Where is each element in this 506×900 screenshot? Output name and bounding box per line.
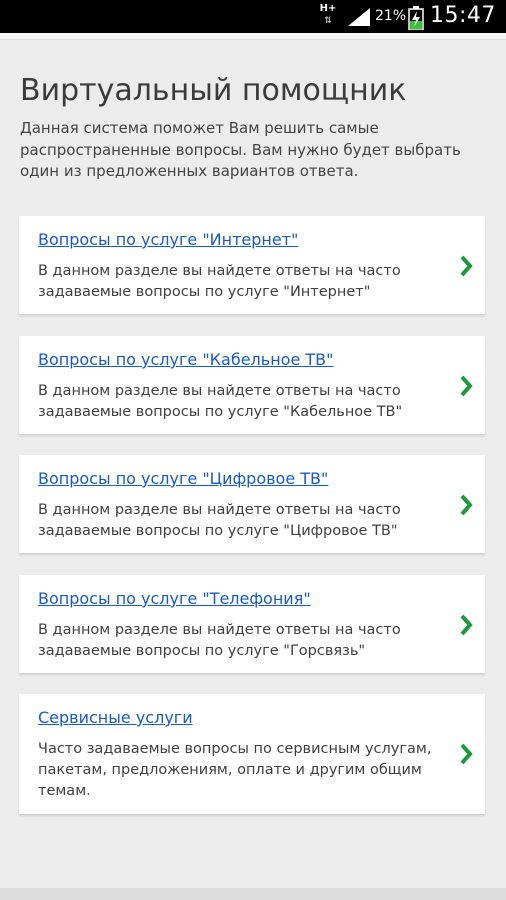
battery-charging-icon (408, 6, 424, 30)
network-type: H+ (319, 3, 337, 14)
faq-card-cable-tv[interactable]: Вопросы по услуге "Кабельное ТВ" В данно… (19, 336, 485, 434)
faq-description: В данном разделе вы найдете ответы на ча… (38, 263, 401, 300)
faq-link[interactable]: Вопросы по услуге "Цифровое ТВ" (38, 469, 328, 488)
chevron-right-icon[interactable] (459, 742, 473, 766)
chevron-right-icon[interactable] (459, 613, 473, 637)
faq-card-services[interactable]: Сервисные услуги Часто задаваемые вопрос… (19, 694, 485, 814)
action-bar-edge (0, 33, 506, 40)
faq-description: В данном разделе вы найдете ответы на ча… (38, 502, 401, 539)
faq-description: В данном разделе вы найдете ответы на ча… (38, 383, 403, 420)
bottom-edge (0, 888, 506, 900)
page-title: Виртуальный помощник (20, 73, 407, 108)
page-description: Данная система поможет Вам решить самые … (20, 119, 461, 180)
faq-link[interactable]: Вопросы по услуге "Кабельное ТВ" (38, 350, 334, 369)
network-arrows-icon: ⇅ (324, 16, 332, 26)
battery-percent: 21% (375, 8, 407, 24)
faq-link[interactable]: Сервисные услуги (38, 708, 193, 727)
network-indicator: H+ ⇅ (318, 3, 338, 27)
faq-card-telephony[interactable]: Вопросы по услуге "Телефония" В данном р… (19, 575, 485, 673)
status-bar: H+ ⇅ 21% 15:47 (0, 0, 506, 33)
chevron-right-icon[interactable] (459, 374, 473, 398)
signal-icon (348, 8, 370, 26)
faq-link[interactable]: Вопросы по услуге "Телефония" (38, 589, 311, 608)
chevron-right-icon[interactable] (459, 493, 473, 517)
faq-description: В данном разделе вы найдете ответы на ча… (38, 622, 401, 659)
faq-card-digital-tv[interactable]: Вопросы по услуге "Цифровое ТВ" В данном… (19, 455, 485, 553)
clock: 15:47 (430, 3, 496, 28)
faq-link[interactable]: Вопросы по услуге "Интернет" (38, 230, 298, 249)
faq-description: Часто задаваемые вопросы по сервисным ус… (38, 741, 432, 799)
chevron-right-icon[interactable] (459, 254, 473, 278)
faq-card-internet[interactable]: Вопросы по услуге "Интернет" В данном ра… (19, 216, 485, 314)
